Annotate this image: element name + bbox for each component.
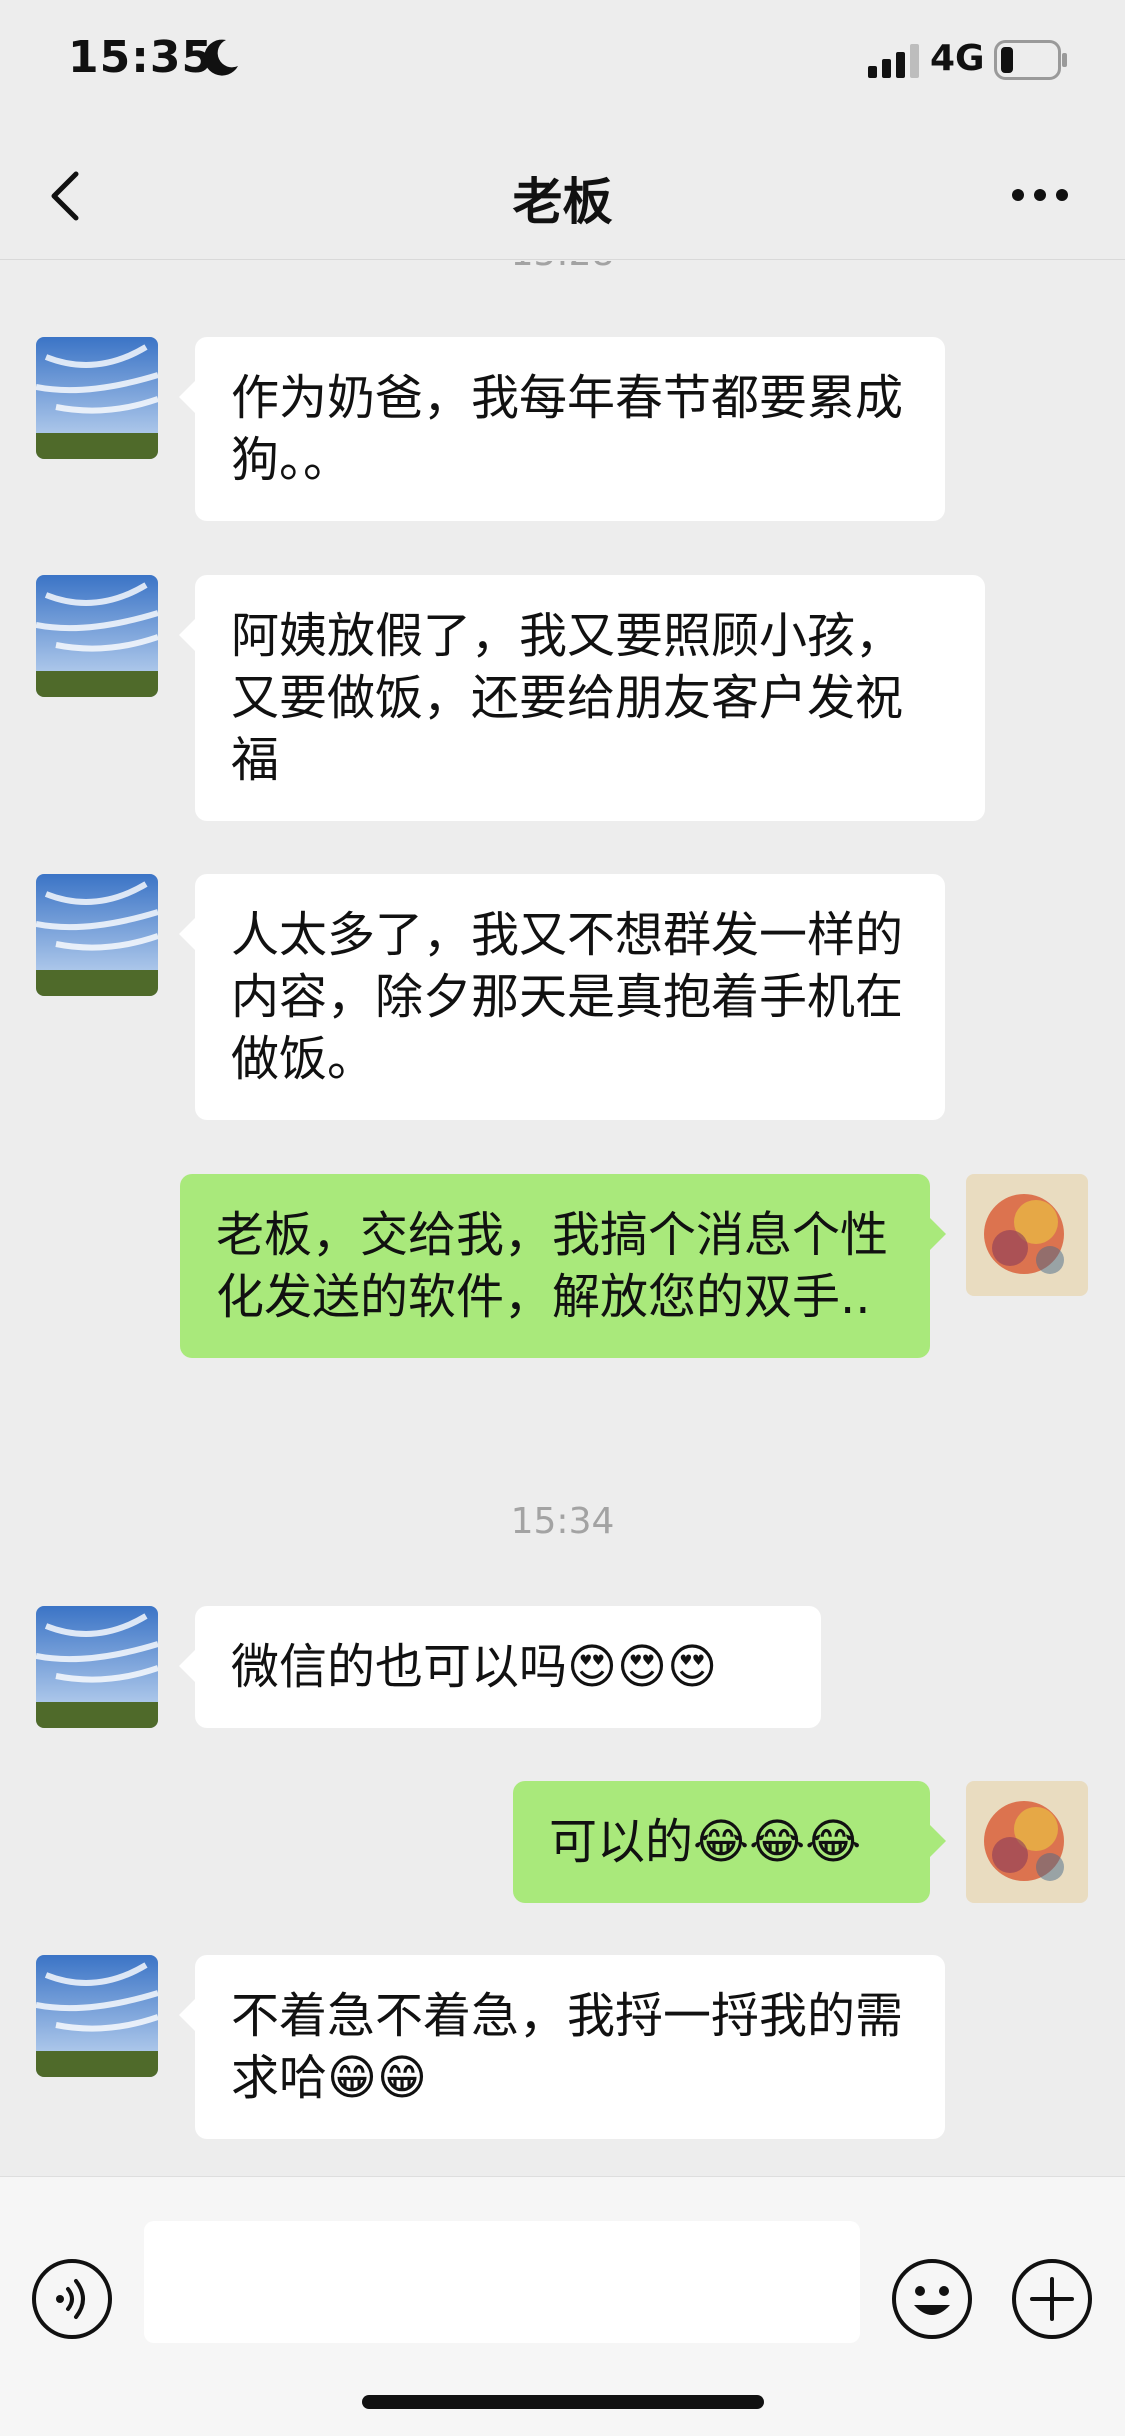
my-avatar[interactable]: [966, 1781, 1088, 1903]
chat-header: 老板: [0, 130, 1125, 260]
contact-avatar[interactable]: [36, 1606, 158, 1728]
outgoing-message[interactable]: 老板，交给我，我搞个消息个性化发送的软件，解放您的双手..: [180, 1174, 946, 1358]
contact-avatar[interactable]: [36, 337, 158, 459]
contact-avatar[interactable]: [36, 1955, 158, 2077]
timestamp: 15:28: [0, 261, 1125, 274]
moon-icon: [204, 39, 238, 76]
emoji-icon[interactable]: [890, 2257, 974, 2341]
contact-avatar[interactable]: [36, 575, 158, 697]
message-input[interactable]: [144, 2221, 860, 2343]
plus-icon[interactable]: [1010, 2257, 1094, 2341]
signal-icon: [868, 44, 919, 78]
status-time: 15:35: [68, 32, 214, 83]
incoming-message[interactable]: 阿姨放假了，我又要照顾小孩，又要做饭，还要给朋友客户发祝福: [179, 575, 985, 821]
outgoing-message[interactable]: 可以的😂😂😂: [513, 1781, 946, 1903]
incoming-message[interactable]: 不着急不着急，我捋一捋我的需求哈😁😁: [179, 1955, 945, 2139]
timestamp: 15:34: [510, 1501, 615, 1542]
battery-icon: [994, 40, 1067, 80]
more-icon[interactable]: [1010, 180, 1070, 210]
incoming-message[interactable]: 作为奶爸，我每年春节都要累成狗。。: [179, 337, 945, 521]
voice-input-icon[interactable]: [30, 2257, 114, 2341]
network-label: 4G: [930, 38, 985, 79]
home-indicator: [362, 2395, 764, 2409]
message-list[interactable]: 15:28 作为奶爸，我每年春节都要累成狗。。 阿姨放假了，我又要照顾小孩，又要…: [0, 261, 1125, 2176]
status-bar: 15:35 4G: [0, 0, 1125, 130]
input-bar: [0, 2176, 1125, 2436]
my-avatar[interactable]: [966, 1174, 1088, 1296]
contact-avatar[interactable]: [36, 874, 158, 996]
chat-title: 老板: [512, 173, 613, 231]
incoming-message[interactable]: 微信的也可以吗😍😍😍: [179, 1606, 821, 1728]
incoming-message[interactable]: 人太多了，我又不想群发一样的内容，除夕那天是真抱着手机在做饭。: [179, 874, 945, 1120]
